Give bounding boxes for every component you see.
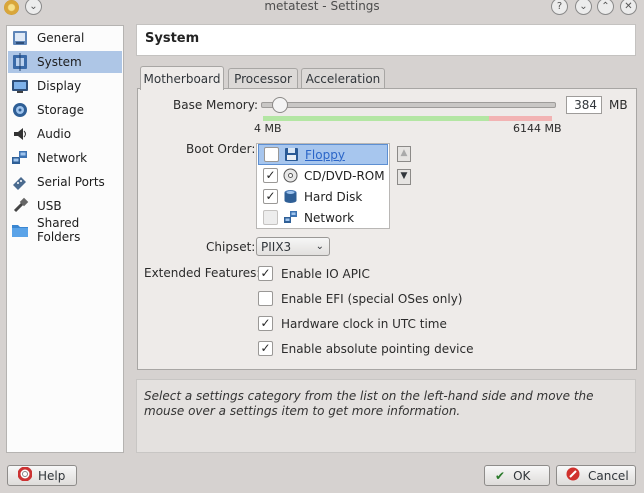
system-icon <box>11 53 29 71</box>
sidebar-item-usb[interactable]: USB <box>8 195 122 217</box>
chipset-select[interactable]: PIIX3 ⌄ <box>256 237 330 256</box>
network-icon <box>283 210 298 225</box>
memory-safe-range <box>263 116 489 121</box>
cancel-button[interactable]: Cancel <box>556 465 636 486</box>
title-bar: ⌄ metatest - Settings ? ⌄ ⌃ ✕ <box>0 0 644 16</box>
settings-category-list[interactable]: General System Display Storage Audio Net… <box>6 25 124 453</box>
feature-io-apic[interactable]: ✓ Enable IO APIC <box>258 265 370 282</box>
memory-min-label: 4 MB <box>254 122 282 135</box>
tab-acceleration[interactable]: Acceleration <box>301 68 385 90</box>
boot-floppy-checkbox[interactable] <box>264 147 279 162</box>
feature-efi[interactable]: Enable EFI (special OSes only) <box>258 290 462 307</box>
utc-clock-checkbox[interactable]: ✓ <box>258 316 273 331</box>
base-memory-slider-track[interactable] <box>261 102 556 108</box>
display-icon <box>11 77 29 95</box>
ok-button[interactable]: ✔ OK <box>484 465 550 486</box>
base-memory-input[interactable]: 384 <box>566 96 602 114</box>
audio-icon <box>11 125 29 143</box>
page-header: System <box>136 24 636 56</box>
sidebar-item-general[interactable]: General <box>8 27 122 49</box>
help-button[interactable]: Help <box>7 465 77 486</box>
base-memory-slider-handle[interactable] <box>272 97 288 113</box>
chipset-label: Chipset: <box>206 240 256 254</box>
storage-icon <box>11 101 29 119</box>
sidebar-item-network[interactable]: Network <box>8 147 122 169</box>
memory-unsafe-range <box>489 116 552 121</box>
checkmark-icon: ✔ <box>495 468 506 483</box>
info-panel: Select a settings category from the list… <box>136 379 636 453</box>
info-text: Select a settings category from the list… <box>144 389 594 418</box>
boot-order-list[interactable]: Floppy ✓ CD/DVD-ROM ✓ Hard Disk Network <box>256 143 390 229</box>
general-icon <box>11 29 29 47</box>
tab-motherboard[interactable]: Motherboard <box>140 66 224 90</box>
extended-features-label: Extended Features: <box>144 266 261 280</box>
feature-absolute-pointing[interactable]: ✓ Enable absolute pointing device <box>258 340 474 357</box>
tab-processor[interactable]: Processor <box>228 68 298 90</box>
page-title: System <box>145 31 200 46</box>
optical-disc-icon <box>283 168 298 183</box>
boot-order-label: Boot Order: <box>186 142 256 156</box>
window-title: metatest - Settings <box>264 0 380 13</box>
chipset-value: PIIX3 <box>261 240 292 254</box>
serial-ports-icon <box>11 173 29 191</box>
boot-item-hard-disk[interactable]: ✓ Hard Disk <box>258 186 388 207</box>
move-up-button[interactable]: ▲ <box>397 146 411 162</box>
lifebuoy-icon <box>17 466 33 484</box>
usb-icon <box>11 197 29 215</box>
chevron-down-icon: ⌄ <box>315 241 324 252</box>
hard-disk-icon <box>283 189 298 204</box>
sidebar-item-shared-folders[interactable]: Shared Folders <box>8 216 122 244</box>
sidebar-item-serial-ports[interactable]: Serial Ports <box>8 171 122 193</box>
boot-network-checkbox[interactable] <box>263 210 278 225</box>
boot-cd-dvd-rom-checkbox[interactable]: ✓ <box>263 168 278 183</box>
boot-item-cd-dvd-rom[interactable]: ✓ CD/DVD-ROM <box>258 165 388 186</box>
memory-max-label: 6144 MB <box>513 122 562 135</box>
absolute-pointing-checkbox[interactable]: ✓ <box>258 341 273 356</box>
cancel-icon <box>566 467 580 484</box>
boot-hard-disk-checkbox[interactable]: ✓ <box>263 189 278 204</box>
io-apic-checkbox[interactable]: ✓ <box>258 266 273 281</box>
efi-checkbox[interactable] <box>258 291 273 306</box>
sidebar-item-storage[interactable]: Storage <box>8 99 122 121</box>
sidebar-item-display[interactable]: Display <box>8 75 122 97</box>
move-down-button[interactable]: ▼ <box>397 169 411 185</box>
boot-item-network[interactable]: Network <box>258 207 388 228</box>
feature-utc-clock[interactable]: ✓ Hardware clock in UTC time <box>258 315 447 332</box>
shared-folders-icon <box>11 221 29 239</box>
sidebar-item-system[interactable]: System <box>8 51 122 73</box>
base-memory-label: Base Memory: <box>173 98 259 112</box>
boot-item-floppy[interactable]: Floppy <box>258 144 388 165</box>
floppy-icon <box>284 147 299 162</box>
sidebar-item-audio[interactable]: Audio <box>8 123 122 145</box>
memory-unit-label: MB <box>609 98 628 112</box>
network-icon <box>11 149 29 167</box>
